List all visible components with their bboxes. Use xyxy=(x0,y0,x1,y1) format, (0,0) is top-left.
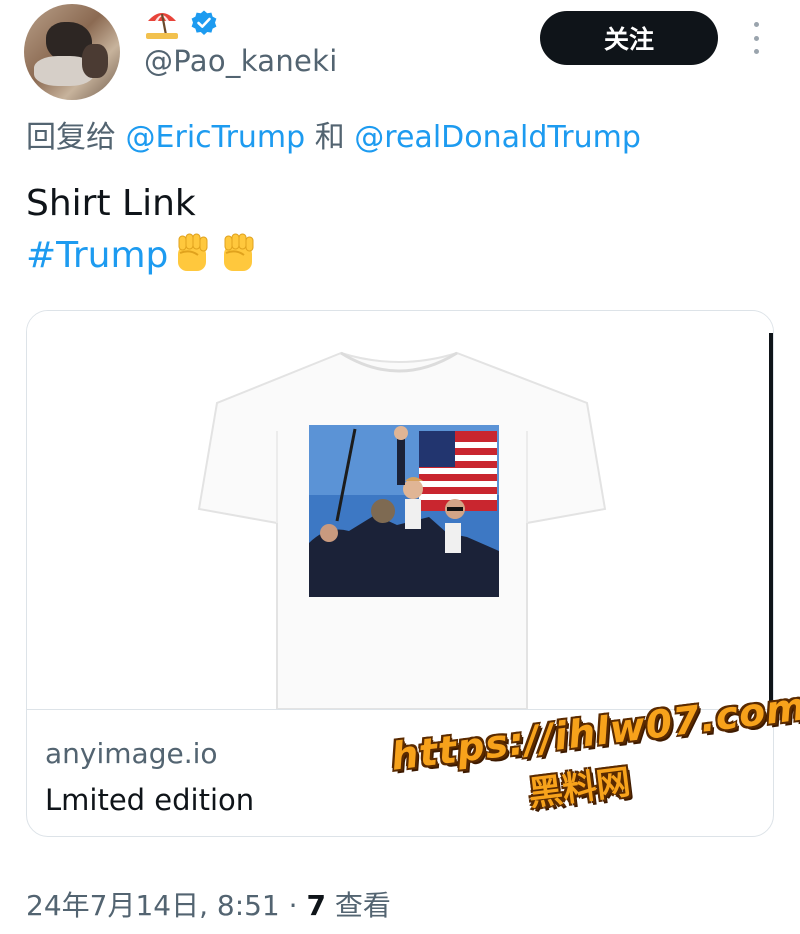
views-label: 查看 xyxy=(334,889,391,922)
avatar[interactable] xyxy=(24,4,120,100)
reply-prefix: 回复给 xyxy=(26,120,116,155)
tshirt-image xyxy=(197,351,607,710)
reply-context: 回复给 @EricTrump 和 @realDonaldTrump xyxy=(26,112,641,156)
display-name[interactable] xyxy=(144,6,218,40)
mention-link-erictrump[interactable]: @EricTrump xyxy=(126,120,306,155)
raised-fist-icon xyxy=(224,233,254,271)
reply-conjunction: 和 xyxy=(314,120,345,155)
tweet-line: Shirt Link xyxy=(26,183,196,224)
meta-separator: · xyxy=(288,889,298,922)
user-handle[interactable]: @Pao_kaneki xyxy=(144,44,338,78)
hashtag-link[interactable]: #Trump xyxy=(26,235,168,276)
views-count: 7 xyxy=(306,889,326,922)
follow-button[interactable]: 关注 xyxy=(540,11,718,65)
tweet-timestamp[interactable]: 24年7月14日, 8:51 xyxy=(26,889,280,922)
mention-link-realdonaldtrump[interactable]: @realDonaldTrump xyxy=(354,120,641,155)
card-image[interactable] xyxy=(27,311,773,713)
verified-badge-icon xyxy=(191,10,217,35)
tweet-text: Shirt Link #Trump xyxy=(26,178,260,282)
card-edge xyxy=(769,333,773,713)
tweet-meta: 24年7月14日, 8:51 · 7 查看 xyxy=(26,884,391,924)
more-options-icon[interactable] xyxy=(744,18,768,58)
card-title: Lmited edition xyxy=(45,783,255,817)
raised-fist-icon xyxy=(178,233,208,271)
card-domain: anyimage.io xyxy=(45,737,218,770)
beach-umbrella-icon xyxy=(146,13,178,39)
